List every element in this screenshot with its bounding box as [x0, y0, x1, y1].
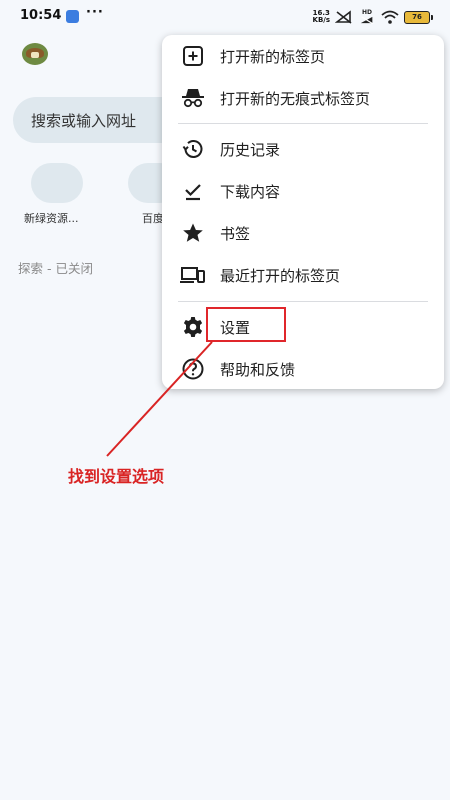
annotation-arrow-line — [106, 341, 213, 457]
annotation-text: 找到设置选项 — [68, 467, 165, 486]
